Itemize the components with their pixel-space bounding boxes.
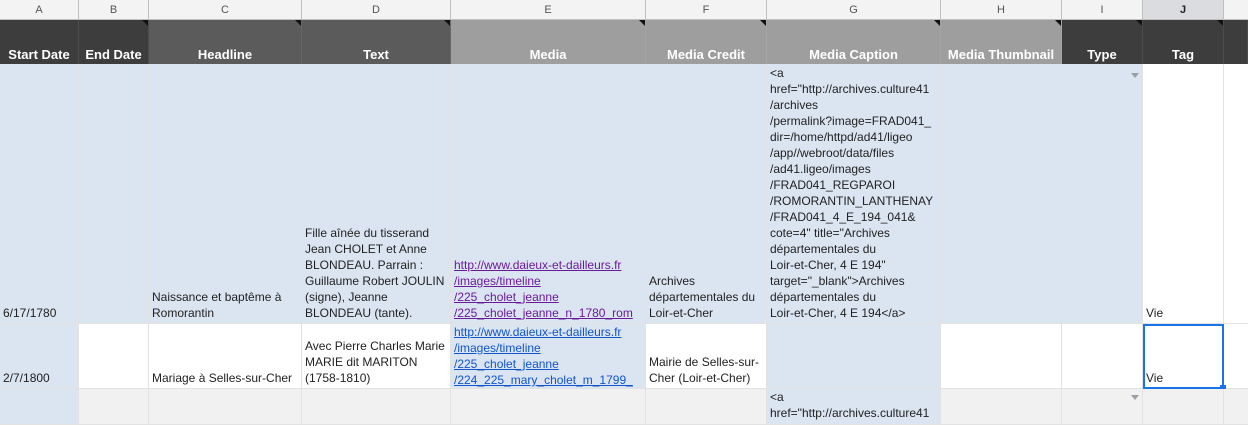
cell-text[interactable]: Fille aînée du tisserand Jean CHOLET et … — [302, 64, 451, 324]
header-label: Media Credit — [666, 47, 745, 62]
cell-media-thumbnail[interactable] — [941, 324, 1062, 389]
column-header-filler — [1224, 0, 1248, 20]
cell-filler — [1224, 324, 1248, 389]
cell-value: Vie — [1146, 371, 1164, 385]
cell-media-thumbnail[interactable] — [941, 64, 1062, 324]
note-indicator-icon — [1136, 20, 1142, 26]
media-link[interactable]: http://www.daieux-et-dailleurs.fr /image… — [454, 257, 642, 321]
cell-media-caption[interactable]: <a href="http://archives.culture41 — [767, 389, 941, 425]
cell-headline[interactable] — [149, 389, 302, 425]
note-indicator-icon — [934, 20, 940, 26]
note-indicator-icon — [1055, 20, 1061, 26]
header-type[interactable]: Type — [1062, 20, 1143, 64]
column-header-i[interactable]: I — [1062, 0, 1143, 20]
cell-value: Mariage à Selles-sur-Cher — [152, 371, 293, 385]
header-text[interactable]: Text — [302, 20, 451, 64]
cell-media[interactable] — [451, 389, 646, 425]
header-label: Headline — [197, 47, 253, 62]
header-tag[interactable]: Tag — [1143, 20, 1224, 64]
column-header-j[interactable]: J — [1143, 0, 1224, 20]
header-label: Media — [529, 47, 567, 62]
header-row: Start Date End Date Headline Text Media … — [0, 20, 1248, 64]
header-media-credit[interactable]: Media Credit — [646, 20, 767, 64]
header-label: Start Date — [8, 47, 70, 62]
media-link[interactable]: http://www.daieux-et-dailleurs.fr /image… — [454, 324, 642, 388]
header-label: End Date — [85, 47, 142, 62]
cell-start-date[interactable]: 2/7/1800 — [0, 324, 79, 389]
cell-value: <a href="http://archives.culture41 — [770, 390, 930, 420]
cell-value: Mairie de Selles-sur-Cher (Loir-et-Cher) — [649, 355, 760, 385]
cell-type[interactable] — [1062, 324, 1143, 389]
header-label: Text — [363, 47, 389, 62]
cell-value: Avec Pierre Charles Marie MARIE dit MARI… — [305, 339, 449, 385]
cell-value: Archives départementales du Loir-et-Cher — [649, 274, 759, 320]
column-header-f[interactable]: F — [646, 0, 767, 20]
column-header-d[interactable]: D — [302, 0, 451, 20]
cell-value: Fille aînée du tisserand Jean CHOLET et … — [305, 226, 448, 320]
column-header-b[interactable]: B — [79, 0, 149, 20]
header-label: Media Caption — [809, 47, 898, 62]
cell-start-date[interactable]: 6/17/1780 — [0, 64, 79, 324]
cell-tag[interactable]: Vie — [1143, 324, 1224, 389]
cell-media[interactable]: http://www.daieux-et-dailleurs.fr /image… — [451, 324, 646, 389]
cell-media-thumbnail[interactable] — [941, 389, 1062, 425]
dropdown-arrow-icon[interactable] — [1131, 73, 1139, 78]
header-media-caption[interactable]: Media Caption — [767, 20, 941, 64]
cell-text[interactable] — [302, 389, 451, 425]
header-media-thumbnail[interactable]: Media Thumbnail — [941, 20, 1062, 64]
cell-end-date[interactable] — [79, 324, 149, 389]
cell-value: 6/17/1780 — [3, 306, 57, 320]
cell-media-caption[interactable]: <a href="http://archives.culture41 /arch… — [767, 64, 941, 324]
cell-text[interactable]: Avec Pierre Charles Marie MARIE dit MARI… — [302, 324, 451, 389]
cell-headline[interactable]: Mariage à Selles-sur-Cher — [149, 324, 302, 389]
cell-filler — [1224, 389, 1248, 425]
cell-type[interactable] — [1062, 64, 1143, 324]
cell-value: Naissance et baptême à Romorantin — [152, 290, 285, 320]
cell-value: 2/7/1800 — [3, 371, 50, 385]
cell-media-credit[interactable] — [646, 389, 767, 425]
cell-tag[interactable]: Vie — [1143, 64, 1224, 324]
note-indicator-icon — [142, 20, 148, 26]
header-end-date[interactable]: End Date — [79, 20, 149, 64]
cell-headline[interactable]: Naissance et baptême à Romorantin — [149, 64, 302, 324]
header-label: Tag — [1171, 47, 1195, 62]
dropdown-arrow-icon[interactable] — [1131, 395, 1139, 400]
cell-media[interactable]: http://www.daieux-et-dailleurs.fr /image… — [451, 64, 646, 324]
header-headline[interactable]: Headline — [149, 20, 302, 64]
column-header-g[interactable]: G — [767, 0, 941, 20]
cell-value: <a href="http://archives.culture41 /arch… — [770, 66, 934, 320]
cell-end-date[interactable] — [79, 64, 149, 324]
header-filler — [1224, 20, 1248, 64]
header-label: Media Thumbnail — [947, 47, 1055, 62]
header-start-date[interactable]: Start Date — [0, 20, 79, 64]
cell-media-caption[interactable] — [767, 324, 941, 389]
note-indicator-icon — [639, 20, 645, 26]
column-header-h[interactable]: H — [941, 0, 1062, 20]
header-label: Type — [1087, 47, 1117, 62]
cell-value: Vie — [1146, 306, 1164, 320]
cell-end-date[interactable] — [79, 389, 149, 425]
cell-tag[interactable] — [1143, 389, 1224, 425]
column-letter-row: A B C D E F G H I J — [0, 0, 1248, 20]
column-header-e[interactable]: E — [451, 0, 646, 20]
column-header-a[interactable]: A — [0, 0, 79, 20]
column-header-c[interactable]: C — [149, 0, 302, 20]
cell-filler — [1224, 64, 1248, 324]
cell-media-credit[interactable]: Archives départementales du Loir-et-Cher — [646, 64, 767, 324]
header-media[interactable]: Media — [451, 20, 646, 64]
note-indicator-icon — [1217, 20, 1223, 26]
spreadsheet-grid: A B C D E F G H I J Start Date End Date … — [0, 0, 1248, 425]
note-indicator-icon — [760, 20, 766, 26]
cell-media-credit[interactable]: Mairie de Selles-sur-Cher (Loir-et-Cher) — [646, 324, 767, 389]
note-indicator-icon — [295, 20, 301, 26]
note-indicator-icon — [444, 20, 450, 26]
cell-start-date[interactable] — [0, 389, 79, 425]
